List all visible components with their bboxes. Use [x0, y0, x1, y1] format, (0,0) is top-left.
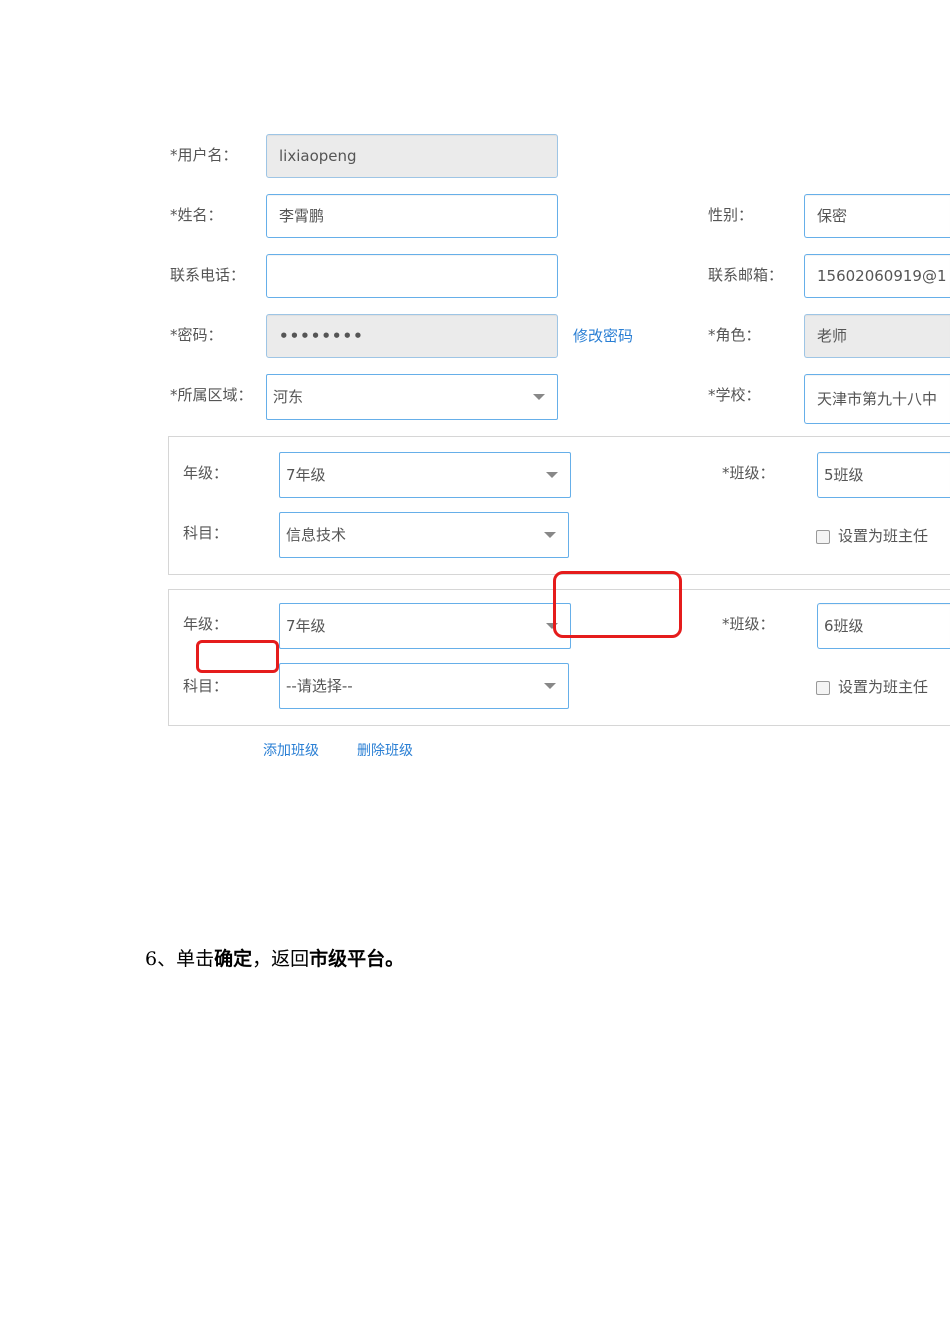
password-label: *密码： [170, 326, 223, 344]
gender-select[interactable]: 保密 [804, 194, 950, 238]
add-class-link[interactable]: 添加班级 [263, 740, 319, 760]
instruction-text: 6、单击确定，返回市级平台。 [145, 944, 404, 971]
chevron-down-icon [546, 472, 558, 478]
instruction-target: 市级平台 [309, 948, 386, 970]
head-teacher-checkbox-2[interactable] [816, 681, 830, 695]
phone-label: 联系电话： [170, 266, 246, 284]
grade-label-1: 年级： [183, 464, 229, 482]
class-label-1: *班级： [722, 464, 775, 482]
subject-label-2: 科目： [183, 677, 229, 695]
chevron-down-icon [533, 394, 545, 400]
highlight-box-grade-arrow [553, 571, 682, 638]
change-password-link[interactable]: 修改密码 [573, 325, 633, 346]
head-teacher-label-2: 设置为班主任 [838, 678, 929, 696]
email-input[interactable]: 15602060919@1 [804, 254, 950, 298]
instruction-prefix: 6、单击 [145, 948, 215, 970]
name-input[interactable]: 李霄鹏 [266, 194, 558, 238]
name-label: *姓名： [170, 206, 223, 224]
chevron-down-icon [544, 532, 556, 538]
region-select-value: 河东 [273, 388, 304, 406]
grade-value-2: 7年级 [286, 617, 326, 635]
instruction-suffix: 。 [385, 948, 405, 970]
username-input[interactable]: lixiaopeng [266, 134, 558, 178]
class-label-2: *班级： [722, 615, 775, 633]
subject-value-2: --请选择-- [286, 677, 353, 695]
grade-label-2: 年级： [183, 615, 229, 633]
instruction-confirm: 确定 [214, 948, 253, 970]
grade-value-1: 7年级 [286, 466, 326, 484]
password-input[interactable]: •••••••• [266, 314, 558, 358]
region-select[interactable]: 河东 [266, 374, 558, 420]
subject-select-1[interactable]: 信息技术 [279, 512, 569, 558]
highlight-box-subject [196, 640, 279, 673]
username-label: *用户名： [170, 146, 238, 164]
head-teacher-checkbox-1[interactable] [816, 530, 830, 544]
role-input[interactable]: 老师 [804, 314, 950, 358]
gender-label: 性别： [708, 206, 754, 224]
school-select[interactable]: 天津市第九十八中 [804, 374, 950, 424]
subject-label-1: 科目： [183, 524, 229, 542]
subject-value-1: 信息技术 [286, 526, 347, 544]
role-label: *角色： [708, 326, 761, 344]
region-label: *所属区域： [170, 386, 253, 404]
delete-class-link[interactable]: 删除班级 [357, 740, 413, 760]
phone-input[interactable] [266, 254, 558, 298]
email-label: 联系邮箱： [708, 266, 784, 284]
class-select-2[interactable]: 6班级 [817, 603, 950, 649]
head-teacher-label-1: 设置为班主任 [838, 527, 929, 545]
subject-select-2[interactable]: --请选择-- [279, 663, 569, 709]
chevron-down-icon [544, 683, 556, 689]
grade-select-1[interactable]: 7年级 [279, 452, 571, 498]
school-label: *学校： [708, 386, 761, 404]
grade-select-2[interactable]: 7年级 [279, 603, 571, 649]
class-select-1[interactable]: 5班级 [817, 452, 950, 498]
instruction-middle: ，返回 [252, 948, 310, 970]
